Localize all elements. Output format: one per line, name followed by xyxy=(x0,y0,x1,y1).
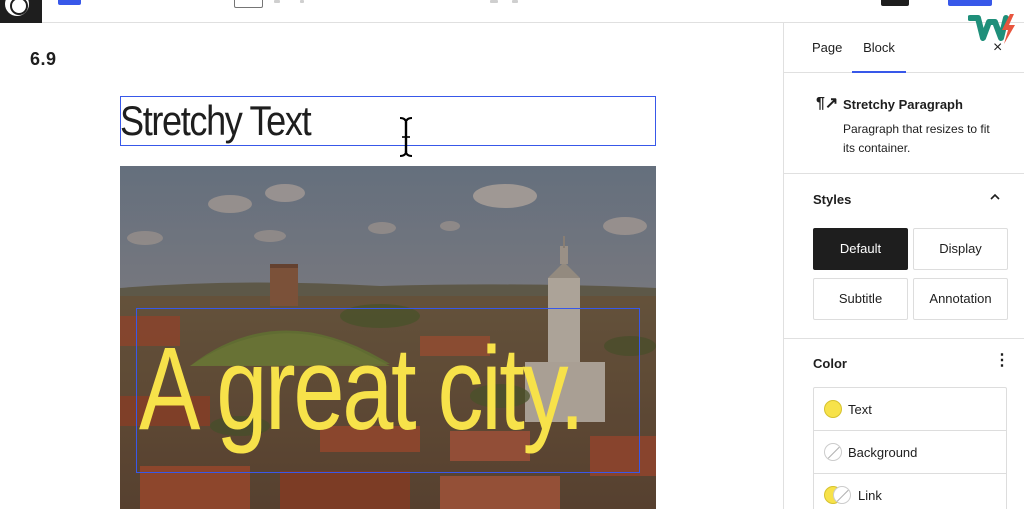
color-item-label: Link xyxy=(858,488,882,503)
settings-sidebar: Page Block × ¶↗ Stretchy Paragraph Parag… xyxy=(783,23,1024,509)
color-item-label: Text xyxy=(848,402,872,417)
style-display-button[interactable]: Display xyxy=(913,228,1008,270)
block-card: ¶↗ Stretchy Paragraph Paragraph that res… xyxy=(784,74,1024,174)
color-panel-title: Color xyxy=(813,356,847,371)
brand-logo-icon xyxy=(968,14,1015,44)
block-title: Stretchy Paragraph xyxy=(843,97,963,112)
stretchy-text[interactable]: Stretchy Text xyxy=(120,96,312,146)
style-default-button[interactable]: Default xyxy=(813,228,908,270)
toolbar-icon[interactable] xyxy=(512,0,518,3)
cover-text-block[interactable]: A great city. xyxy=(136,308,640,473)
cover-heading[interactable]: A great city. xyxy=(139,319,585,459)
text-cursor-icon xyxy=(399,117,413,157)
color-item-background[interactable]: Background xyxy=(814,431,1006,474)
editor-top-toolbar xyxy=(0,0,1024,23)
style-subtitle-button[interactable]: Subtitle xyxy=(813,278,908,320)
color-item-link[interactable]: Link xyxy=(814,474,1006,509)
toolbar-icon[interactable] xyxy=(274,0,280,3)
tab-page[interactable]: Page xyxy=(812,23,842,73)
toolbar-icon[interactable] xyxy=(490,0,498,3)
wordpress-menu-button[interactable] xyxy=(0,0,42,23)
stretchy-text-block[interactable]: Stretchy Text xyxy=(120,96,656,146)
toolbar-icon[interactable] xyxy=(300,0,304,3)
tab-block[interactable]: Block xyxy=(852,23,906,73)
link-color-swatch xyxy=(824,486,852,504)
styles-panel-title[interactable]: Styles xyxy=(813,192,851,207)
wordpress-logo-icon xyxy=(5,0,29,16)
text-color-swatch xyxy=(824,400,842,418)
chevron-up-icon[interactable] xyxy=(990,192,1000,202)
block-description: Paragraph that resizes to fit its contai… xyxy=(843,122,990,155)
style-annotation-button[interactable]: Annotation xyxy=(913,278,1008,320)
view-button[interactable] xyxy=(881,0,909,6)
block-inserter-button[interactable] xyxy=(58,0,81,5)
stretchy-paragraph-icon: ¶↗ xyxy=(816,95,839,112)
color-panel: Color ⋮ Text Background Link xyxy=(784,340,1024,509)
color-item-label: Background xyxy=(848,445,918,460)
cover-block[interactable]: A great city. xyxy=(120,166,656,509)
save-button[interactable] xyxy=(948,0,992,6)
color-item-text[interactable]: Text xyxy=(814,388,1006,431)
styles-panel: Styles Default Display Subtitle Annotati… xyxy=(784,175,1024,339)
background-color-swatch xyxy=(824,443,842,461)
version-label: 6.9 xyxy=(30,49,57,69)
document-tools-button[interactable] xyxy=(234,0,263,8)
more-options-icon[interactable]: ⋮ xyxy=(994,352,1010,370)
color-options-list: Text Background Link xyxy=(813,387,1007,509)
